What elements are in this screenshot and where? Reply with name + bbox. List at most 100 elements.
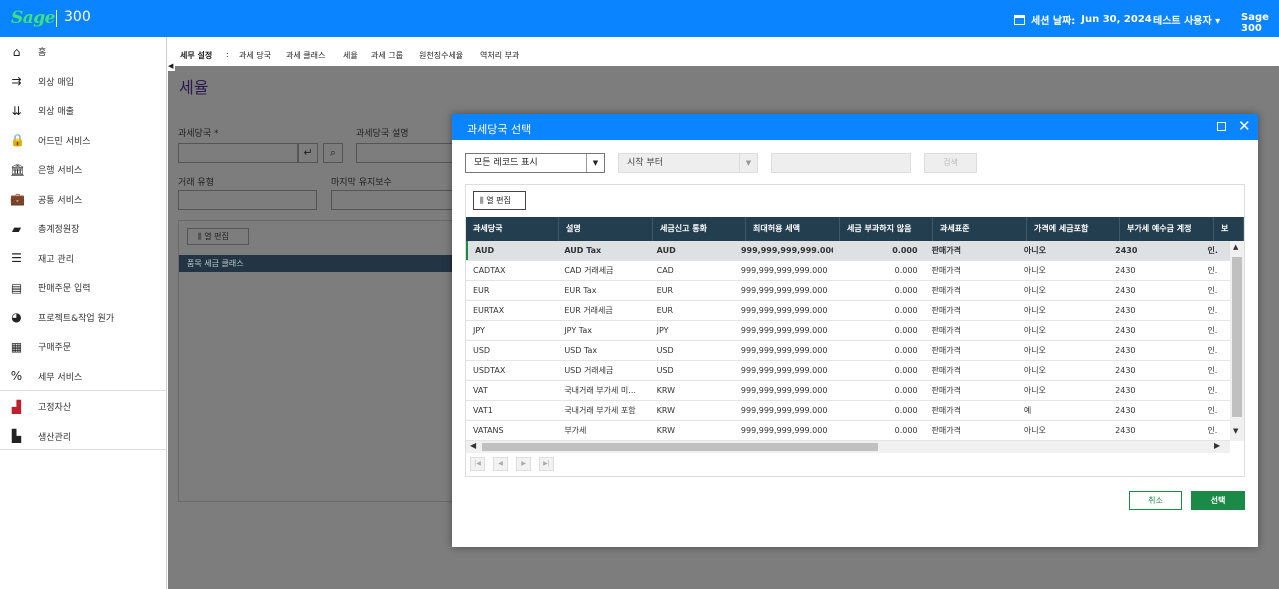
search-button[interactable]: 검색 <box>924 153 977 173</box>
table-row[interactable]: EURTAX EUR 거래세금 EUR 999,999,999,999.000 0.00… <box>466 301 1230 321</box>
enter-icon[interactable]: ↵ <box>298 143 318 163</box>
table-row[interactable]: AUD AUD Tax AUD 999,999,999,999.000 0.000 판매가… <box>466 241 1230 261</box>
transaction-type-select[interactable] <box>178 190 317 210</box>
sidebar-item-8[interactable]: ▤ 판매주문 입력 <box>0 273 166 302</box>
select-tax-authority-dialog: 과세당국 선택 ✕ 모든 레코드 표시 ▼ 시작 부터 ▼ 검색 ⫼ 열 편집 … <box>452 114 1258 547</box>
edit-columns-button[interactable]: ⫼ 열 편집 <box>187 228 249 245</box>
sidebar-item-0[interactable]: ⌂ 홈 <box>0 37 166 66</box>
tab-6[interactable]: 원천징수세율 <box>419 50 463 61</box>
search-input[interactable] <box>771 153 911 173</box>
tab-2[interactable]: 과세 당국 <box>239 50 271 61</box>
lock-icon: 🔒 <box>10 133 25 147</box>
table-cell: 인. <box>1207 306 1218 315</box>
tab-5[interactable]: 과세 그룹 <box>371 50 403 61</box>
vertical-scrollbar[interactable]: ▲ ▼ <box>1230 241 1244 441</box>
scroll-down-icon[interactable]: ▼ <box>1233 427 1238 435</box>
column-header[interactable]: 가격에 세금포함 <box>1027 217 1120 241</box>
tab-7[interactable]: 역처리 부과 <box>480 50 519 61</box>
table-cell: EUR <box>473 286 490 295</box>
column-header[interactable]: 부가세 예수금 계정 <box>1120 217 1214 241</box>
tab-separator: : <box>226 50 229 59</box>
scroll-up-icon[interactable]: ▲ <box>1233 243 1238 251</box>
session-date[interactable]: 세션 날짜: Jun 30, 2024 <box>1014 12 1152 27</box>
sidebar-item-5[interactable]: 💼 공통 서비스 <box>0 185 166 214</box>
table-cell: VATANS <box>473 426 504 435</box>
tax-authority-grid: ⫼ 열 편집 과세당국 설명 세금신고 통화 최대허용 세액 세금 부과하지 않음 과세표… <box>465 184 1245 477</box>
table-cell: 판매가격 <box>931 306 961 315</box>
select-button[interactable]: 선택 <box>1191 491 1245 510</box>
user-name: 테스트 사용자 <box>1153 16 1212 27</box>
table-cell: 예 <box>1023 406 1032 415</box>
sidebar-item-label: 외상 매출 <box>38 107 74 117</box>
table-cell: 2430 <box>1115 386 1136 395</box>
table-icon: ▦ <box>10 339 23 354</box>
column-header[interactable]: 과세당국 <box>466 217 559 241</box>
sidebar-item-3[interactable]: 🔒 어드민 서비스 <box>0 126 166 155</box>
table-cell: 아니오 <box>1023 386 1046 395</box>
table-cell: 0.000 <box>892 246 918 255</box>
table-cell: 인. <box>1207 326 1218 335</box>
sidebar-item-label: 구매주문 <box>38 343 72 353</box>
column-header[interactable]: 설명 <box>559 217 653 241</box>
cancel-button[interactable]: 취소 <box>1129 491 1182 510</box>
sidebar-item-4[interactable]: 🏛 은행 서비스 <box>0 155 166 184</box>
prev-page-icon[interactable]: ◀ <box>493 457 508 471</box>
table-cell: JPY <box>473 326 485 335</box>
sidebar-item-10[interactable]: ▦ 구매주문 <box>0 332 166 361</box>
scroll-thumb[interactable] <box>1232 257 1242 417</box>
table-cell: EUR <box>656 286 674 295</box>
record-filter-select[interactable]: 모든 레코드 표시 ▼ <box>465 153 605 173</box>
user-menu[interactable]: 테스트 사용자 ▾ <box>1153 12 1220 27</box>
inventory-icon: ☰ <box>11 251 22 265</box>
scroll-left-icon[interactable]: ◀ <box>470 441 476 450</box>
table-row[interactable]: CADTAX CAD 거래세금 CAD 999,999,999,999.000 0.00… <box>466 261 1230 281</box>
table-row[interactable]: JPY JPY Tax JPY 999,999,999,999.000 0.000 판매가… <box>466 321 1230 341</box>
dialog-header: 과세당국 선택 ✕ <box>452 114 1258 140</box>
scroll-thumb[interactable] <box>482 443 878 451</box>
column-header[interactable]: 세금신고 통화 <box>653 217 746 241</box>
column-header[interactable]: 세금 부과하지 않음 <box>840 217 933 241</box>
search-icon[interactable]: ⌕ <box>323 143 343 163</box>
table-row[interactable]: USD USD Tax USD 999,999,999,999.000 0.000 판매가… <box>466 341 1230 361</box>
close-icon[interactable]: ✕ <box>1238 117 1251 135</box>
table-row[interactable]: VATANS 부가세 KRW 999,999,999,999.000 0.000 판매가격… <box>466 421 1230 441</box>
page-title: 세율 <box>179 78 209 97</box>
tax-authority-input[interactable] <box>178 143 298 163</box>
company-name[interactable]: Sage 300 <box>1241 12 1279 34</box>
table-cell: AUD <box>466 241 557 260</box>
sidebar-item-13[interactable]: ▙ 생산관리 <box>0 422 166 451</box>
table-row[interactable]: VAT 국내거래 부가세 미... KRW 999,999,999,999.000 0.… <box>466 381 1230 401</box>
tab-4[interactable]: 세율 <box>343 50 358 61</box>
collapse-sidebar-icon[interactable]: ◀ <box>168 61 175 71</box>
item-tax-class-grid: ⫼ 열 편집 품목 세금 클래스 <box>178 220 469 502</box>
column-header[interactable]: 과세표준 <box>933 217 1027 241</box>
tab-3[interactable]: 과세 클래스 <box>286 50 325 61</box>
sidebar-item-6[interactable]: ▰ 총계정원장 <box>0 214 166 243</box>
next-page-icon[interactable]: ▶ <box>516 457 531 471</box>
maximize-icon[interactable] <box>1217 122 1226 131</box>
sidebar-item-11[interactable]: % 세무 서비스 <box>0 362 166 391</box>
scroll-right-icon[interactable]: ▶ <box>1214 441 1220 450</box>
start-from-select[interactable]: 시작 부터 ▼ <box>618 153 758 173</box>
last-page-icon[interactable]: ▶| <box>539 457 554 471</box>
last-maintained-field <box>331 190 456 210</box>
document-icon: ▤ <box>10 280 23 295</box>
sidebar-item-7[interactable]: ☰ 재고 관리 <box>0 244 166 273</box>
sidebar-item-9[interactable]: ◕ 프로젝트&작업 원가 <box>0 303 166 332</box>
table-cell: 아니오 <box>1023 286 1046 295</box>
table-cell: 판매가격 <box>931 266 961 275</box>
pager: |◀ ◀ ▶ ▶| <box>470 457 554 471</box>
sidebar-item-1[interactable]: ⇉ 외상 매입 <box>0 67 166 96</box>
briefcase-icon: 💼 <box>10 192 25 206</box>
column-header[interactable]: 최대허용 세액 <box>746 217 840 241</box>
sidebar-item-2[interactable]: ⇊ 외상 매출 <box>0 96 166 125</box>
table-row[interactable]: VAT1 국내거래 부가세 포함 KRW 999,999,999,999.000 0.0… <box>466 401 1230 421</box>
sidebar-item-12[interactable]: ▟ 고정자산 <box>0 392 166 421</box>
table-row[interactable]: USDTAX USD 거래세금 USD 999,999,999,999.000 0.00… <box>466 361 1230 381</box>
horizontal-scrollbar[interactable]: ◀ ▶ <box>466 441 1230 453</box>
table-row[interactable]: EUR EUR Tax EUR 999,999,999,999.000 0.000 판매가… <box>466 281 1230 301</box>
first-page-icon[interactable]: |◀ <box>470 457 485 471</box>
column-header[interactable]: 보 <box>1214 217 1244 241</box>
table-cell: 0.000 <box>894 306 918 315</box>
edit-columns-button[interactable]: ⫼ 열 편집 <box>473 191 526 210</box>
